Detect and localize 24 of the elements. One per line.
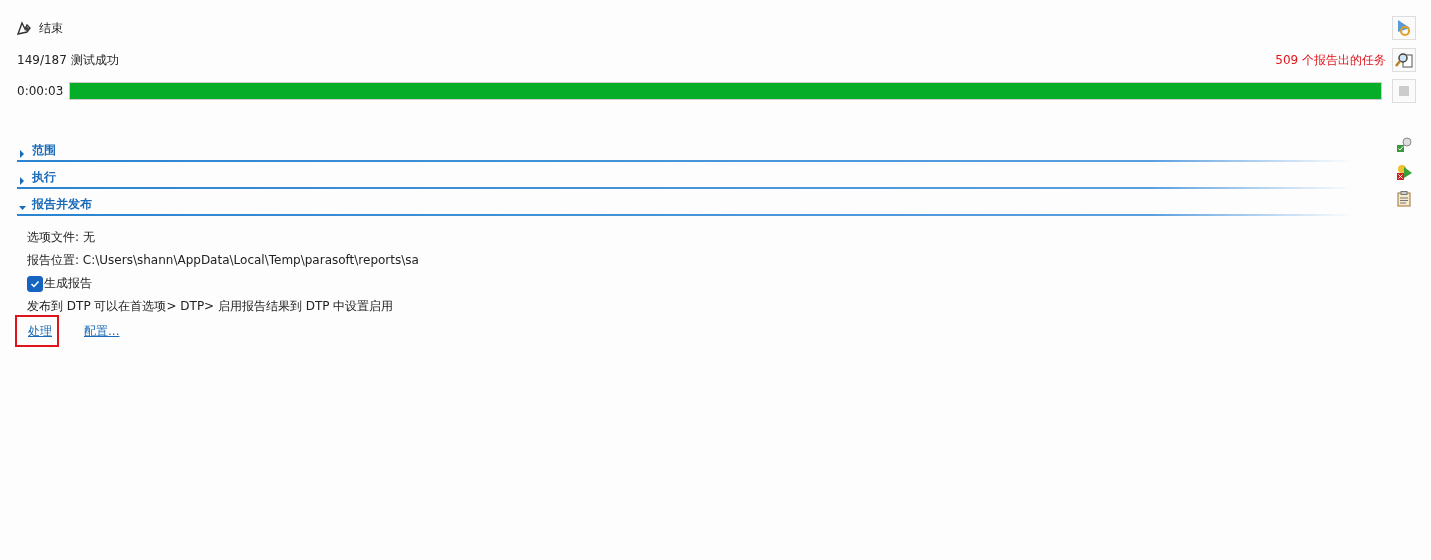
run-icon[interactable] bbox=[1392, 16, 1416, 40]
run-error-icon bbox=[1395, 163, 1413, 181]
status-title: 结束 bbox=[39, 19, 63, 37]
flag-icon bbox=[17, 21, 33, 35]
check-icon bbox=[30, 278, 40, 289]
options-file-text: 选项文件: 无 bbox=[27, 230, 95, 244]
caret-down-icon bbox=[19, 203, 26, 213]
checkbox-label: 生成报告 bbox=[44, 275, 92, 292]
clipboard-icon bbox=[1397, 191, 1411, 207]
section-header[interactable]: 执行 bbox=[17, 162, 1352, 187]
key-check-icon bbox=[1396, 137, 1412, 153]
report-location-text: 报告位置: C:\Users\shann\AppData\Local\Temp\parasoft\reports\sa bbox=[27, 253, 419, 267]
link[interactable]: 配置... bbox=[83, 324, 121, 338]
section-header[interactable]: 报告并发布 bbox=[17, 189, 1352, 214]
reported-tasks-text: 509 个报告出的任务 bbox=[1275, 51, 1386, 69]
search-icon[interactable] bbox=[1392, 48, 1416, 72]
link[interactable]: 处理 bbox=[27, 324, 53, 338]
checkbox[interactable] bbox=[27, 275, 43, 292]
elapsed-time: 0:00:03 bbox=[17, 84, 64, 98]
test-summary: 149/187 测试成功 bbox=[17, 51, 119, 69]
section-header[interactable]: 范围 bbox=[17, 135, 1352, 160]
caret-right-icon bbox=[19, 176, 26, 186]
caret-right-icon bbox=[19, 149, 26, 159]
publish-note: 发布到 DTP 可以在首选项> DTP> 启用报告结果到 DTP 中设置启用 bbox=[27, 299, 394, 313]
